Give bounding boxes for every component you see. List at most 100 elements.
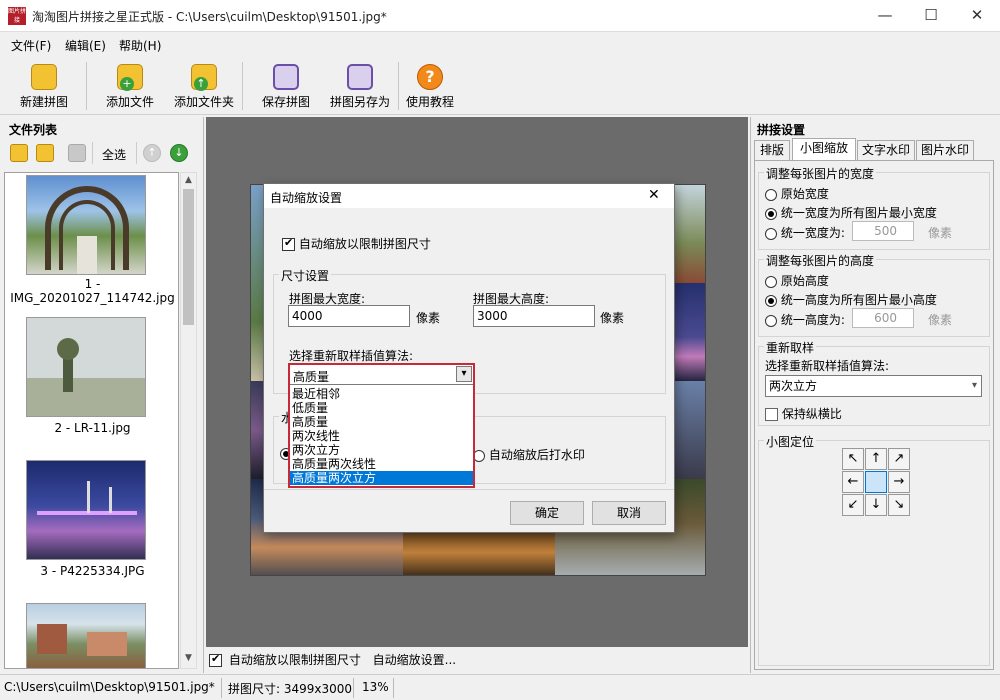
algo-select[interactable]: 高质量 ▾ <box>290 365 473 385</box>
algo-dropdown[interactable]: 高质量 ▾ 最近相邻 低质量 高质量 两次线性 两次立方 高质量两次线性 高质量… <box>288 363 475 488</box>
file-thumbnail-1[interactable] <box>26 175 146 275</box>
align-center-button[interactable] <box>865 471 887 493</box>
dialog-enable-option[interactable]: 自动缩放以限制拼图尺寸 <box>282 235 431 252</box>
algo-option-highlighted[interactable]: 高质量两次立方 <box>290 471 473 485</box>
width-min-label: 统一宽度为所有图片最小宽度 <box>780 206 937 220</box>
algo-option[interactable]: 低质量 <box>290 401 473 415</box>
minimize-button[interactable]: — <box>862 0 908 32</box>
dialog-close-icon[interactable]: ✕ <box>648 187 660 203</box>
resample-group-title: 重新取样 <box>764 339 817 356</box>
file-list[interactable]: 1 - IMG_20201027_114742.jpg 2 - LR-11.jp… <box>4 172 179 669</box>
toolbar-separator <box>242 62 243 110</box>
height-min-option[interactable]: 统一高度为所有图片最小高度 <box>765 291 937 308</box>
ok-button[interactable]: 确定 <box>510 501 584 525</box>
chevron-down-icon: ▾ <box>971 380 977 391</box>
algo-option[interactable]: 高质量两次线性 <box>290 457 473 471</box>
scroll-down-icon[interactable]: ▼ <box>185 653 192 663</box>
add-file-small-icon[interactable] <box>10 144 28 162</box>
menu-file[interactable]: 文件(F) <box>11 37 51 54</box>
align-top-left-icon[interactable]: ↖ <box>842 448 864 470</box>
height-value-stepper[interactable]: 600 <box>852 308 914 328</box>
menu-help[interactable]: 帮助(H) <box>119 37 161 54</box>
save-collage-icon <box>273 64 299 90</box>
width-group-title: 调整每张图片的宽度 <box>764 165 877 182</box>
save-as-label: 拼图另存为 <box>329 95 390 109</box>
file-caption: IMG_20201027_114742.jpg <box>10 291 175 305</box>
size-group-title: 尺寸设置 <box>279 267 332 284</box>
max-height-input[interactable]: 3000 <box>473 305 595 327</box>
scroll-thumb[interactable] <box>183 189 194 325</box>
algo-selected-value: 高质量 <box>293 370 330 384</box>
add-folder-label: 添加文件夹 <box>173 95 234 109</box>
add-file-label: 添加文件 <box>105 95 154 109</box>
watermark-after-option[interactable]: 自动缩放后打水印 <box>473 446 585 463</box>
align-bottom-right-icon[interactable]: ↘ <box>888 494 910 516</box>
scroll-up-icon[interactable]: ▲ <box>185 175 192 185</box>
algo-option[interactable]: 最近相邻 <box>290 387 473 401</box>
width-fixed-option[interactable]: 统一宽度为: <box>765 224 845 241</box>
add-folder-icon: ↑ <box>191 64 217 91</box>
move-up-icon[interactable]: ↑ <box>143 144 161 162</box>
max-height-unit: 像素 <box>600 311 625 325</box>
save-collage-button[interactable]: 保存拼图 <box>256 58 316 114</box>
algo-option[interactable]: 两次线性 <box>290 429 473 443</box>
keep-ratio-label: 保持纵横比 <box>781 407 842 421</box>
chevron-down-icon[interactable]: ▾ <box>456 366 472 382</box>
toolbar: 新建拼图 + 添加文件 ↑ 添加文件夹 保存拼图 拼图另存为 ? 使用教程 <box>0 58 1000 115</box>
file-thumbnail-2[interactable] <box>26 317 146 417</box>
canvas-footer: 自动缩放以限制拼图尺寸 自动缩放设置... <box>206 647 748 673</box>
tab-thumbnail-scale[interactable]: 小图缩放 <box>792 138 856 161</box>
add-file-button[interactable]: + 添加文件 <box>100 58 160 114</box>
new-collage-label: 新建拼图 <box>19 95 68 109</box>
maximize-button[interactable]: ☐ <box>908 0 954 32</box>
algo-option[interactable]: 高质量 <box>290 415 473 429</box>
menu-edit[interactable]: 编辑(E) <box>65 37 106 54</box>
height-original-label: 原始高度 <box>780 274 829 288</box>
tutorial-label: 使用教程 <box>405 95 454 109</box>
tab-layout[interactable]: 排版 <box>754 140 790 160</box>
auto-scale-row: 自动缩放以限制拼图尺寸 自动缩放设置... <box>209 651 456 668</box>
align-top-icon[interactable]: ↑ <box>865 448 887 470</box>
file-thumbnail-3[interactable] <box>26 460 146 560</box>
close-button[interactable]: ✕ <box>954 0 1000 32</box>
cancel-button[interactable]: 取消 <box>592 501 666 525</box>
move-down-icon[interactable]: ↓ <box>170 144 188 162</box>
add-folder-button[interactable]: ↑ 添加文件夹 <box>170 58 238 114</box>
select-all-button[interactable]: 全选 <box>102 146 126 163</box>
width-min-option[interactable]: 统一宽度为所有图片最小宽度 <box>765 204 937 221</box>
resample-select[interactable]: 两次立方 ▾ <box>765 375 982 397</box>
width-value-stepper[interactable]: 500 <box>852 221 914 241</box>
width-original-option[interactable]: 原始宽度 <box>765 185 829 202</box>
auto-scale-checkbox[interactable] <box>209 652 222 667</box>
menu-bar: 文件(F) 编辑(E) 帮助(H) <box>0 33 1000 57</box>
width-original-label: 原始宽度 <box>780 187 829 201</box>
tab-image-watermark[interactable]: 图片水印 <box>916 140 974 160</box>
dialog-enable-label: 自动缩放以限制拼图尺寸 <box>298 237 431 251</box>
save-as-button[interactable]: 拼图另存为 <box>326 58 394 114</box>
algo-option[interactable]: 两次立方 <box>290 443 473 457</box>
dialog-title: 自动缩放设置 <box>270 191 343 205</box>
height-original-option[interactable]: 原始高度 <box>765 272 829 289</box>
settings-title: 拼接设置 <box>757 123 806 137</box>
align-bottom-icon[interactable]: ↓ <box>865 494 887 516</box>
tutorial-button[interactable]: ? 使用教程 <box>402 58 458 114</box>
new-collage-button[interactable]: 新建拼图 <box>14 58 74 114</box>
file-caption: 1 - <box>84 277 101 291</box>
status-size: 拼图尺寸: 3499x3000 <box>228 682 353 696</box>
algo-label: 选择重新取样插值算法: <box>289 349 414 363</box>
max-width-input[interactable]: 4000 <box>288 305 410 327</box>
remove-file-icon[interactable] <box>68 144 86 162</box>
file-list-scrollbar[interactable]: ▲ ▼ <box>180 172 197 669</box>
align-top-right-icon[interactable]: ↗ <box>888 448 910 470</box>
align-left-icon[interactable]: ← <box>842 471 864 493</box>
auto-scale-settings-link[interactable]: 自动缩放设置... <box>373 653 456 667</box>
add-folder-small-icon[interactable] <box>36 144 54 162</box>
resample-value: 两次立方 <box>769 379 818 393</box>
align-right-icon[interactable]: → <box>888 471 910 493</box>
tab-text-watermark[interactable]: 文字水印 <box>857 140 915 160</box>
file-thumbnail-4[interactable] <box>26 603 146 668</box>
keep-ratio-option[interactable]: 保持纵横比 <box>765 405 842 422</box>
height-unit: 像素 <box>928 313 953 327</box>
height-fixed-option[interactable]: 统一高度为: <box>765 311 845 328</box>
align-bottom-left-icon[interactable]: ↙ <box>842 494 864 516</box>
